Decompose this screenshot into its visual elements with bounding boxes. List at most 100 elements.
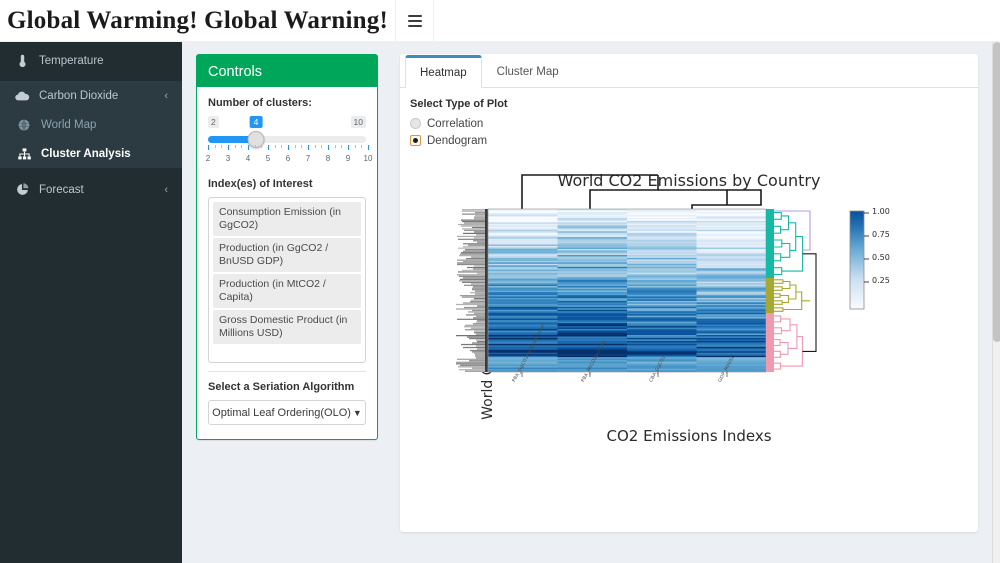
row-label-mark bbox=[477, 341, 485, 343]
row-label-mark bbox=[466, 258, 485, 260]
sidebar-item-forecast[interactable]: Forecast ‹ bbox=[0, 175, 182, 204]
dendrogram-link bbox=[774, 362, 782, 370]
row-label-mark bbox=[465, 324, 485, 326]
row-label-mark bbox=[472, 289, 485, 291]
list-item[interactable]: Consumption Emission (in GgCO2) bbox=[213, 202, 361, 236]
radio-button-icon[interactable] bbox=[410, 118, 421, 129]
row-label-mark bbox=[458, 223, 485, 226]
row-label-mark bbox=[471, 299, 485, 301]
row-label-mark bbox=[470, 292, 485, 294]
tab-cluster-map[interactable]: Cluster Map bbox=[482, 55, 574, 88]
row-label-mark bbox=[474, 216, 485, 218]
dendrogram-link bbox=[774, 211, 782, 220]
sidebar-item-carbon-dioxide[interactable]: Carbon Dioxide ‹ bbox=[0, 81, 182, 110]
chevron-left-icon: ‹ bbox=[164, 183, 168, 196]
row-label-mark bbox=[462, 296, 485, 298]
scrollbar-thumb[interactable] bbox=[993, 42, 1000, 342]
row-label-mark bbox=[474, 218, 485, 220]
dendrogram-link bbox=[788, 324, 798, 349]
row-label-mark bbox=[461, 225, 485, 227]
dendrogram-link bbox=[774, 300, 783, 305]
row-label-mark bbox=[462, 213, 485, 215]
radio-label: Dendogram bbox=[427, 134, 488, 147]
row-label-mark bbox=[458, 247, 485, 249]
row-label-mark bbox=[462, 209, 485, 211]
sidebar-item-label: Temperature bbox=[39, 54, 104, 67]
column-dendrogram bbox=[521, 174, 762, 209]
row-label-mark bbox=[474, 330, 485, 332]
clusters-slider[interactable]: 2 10 4 2 3 4 5 6 7 8 9 10 bbox=[206, 116, 372, 174]
row-label-mark bbox=[472, 226, 485, 229]
row-label-mark bbox=[470, 301, 485, 303]
row-label-mark bbox=[460, 295, 485, 297]
sidebar-toggle-button[interactable] bbox=[396, 0, 434, 41]
application-root: Global Warming! Global Warning! Temperat… bbox=[0, 0, 1000, 563]
sidebar-item-cluster-analysis[interactable]: Cluster Analysis bbox=[0, 139, 182, 168]
dendrogram-link bbox=[780, 294, 789, 304]
row-label-mark bbox=[474, 352, 485, 355]
radio-button-selected-icon[interactable] bbox=[410, 135, 421, 146]
dendrogram-link bbox=[774, 286, 783, 291]
row-dendrogram bbox=[774, 210, 817, 370]
sidebar-item-world-map[interactable]: World Map bbox=[0, 110, 182, 139]
slider-tick-label: 5 bbox=[265, 154, 271, 163]
row-label-mark bbox=[458, 271, 485, 273]
row-label-mark bbox=[457, 262, 485, 264]
slider-tick-label: 4 bbox=[245, 154, 251, 163]
row-label-mark bbox=[477, 348, 485, 350]
row-label-mark bbox=[459, 275, 485, 278]
row-label-mark bbox=[473, 317, 485, 319]
row-label-mark bbox=[474, 231, 485, 233]
row-label-mark bbox=[474, 265, 485, 267]
page-title: Global Warming! Global Warning! bbox=[0, 0, 396, 41]
seriation-select[interactable]: Optimal Leaf Ordering(OLO) ▼ bbox=[208, 400, 366, 425]
sidebar-item-label: Forecast bbox=[39, 183, 84, 196]
header-spacer bbox=[434, 0, 1000, 41]
slider-ticks bbox=[208, 145, 369, 151]
sidebar-item-label: World Map bbox=[41, 118, 97, 131]
indexes-list[interactable]: Consumption Emission (in GgCO2) Producti… bbox=[208, 197, 366, 363]
controls-panel: Controls Number of clusters: 2 10 4 2 3 4 5… bbox=[196, 54, 378, 440]
globe-icon bbox=[14, 119, 34, 131]
row-label-mark bbox=[476, 234, 485, 236]
dendrogram-link bbox=[774, 210, 811, 251]
slider-tick-label: 6 bbox=[285, 154, 291, 163]
row-label-mark bbox=[475, 354, 485, 356]
row-label-mark bbox=[467, 266, 485, 269]
radio-correlation[interactable]: Correlation bbox=[410, 115, 978, 132]
thermometer-icon bbox=[12, 54, 32, 68]
list-item[interactable]: Production (in MtCO2 / Capita) bbox=[213, 274, 361, 308]
dendrogram-link bbox=[782, 291, 803, 311]
list-item[interactable]: Production (in GgCO2 / BnUSD GDP) bbox=[213, 238, 361, 272]
radio-dendogram[interactable]: Dendogram bbox=[410, 132, 978, 149]
row-label-mark bbox=[469, 338, 485, 340]
row-label-mark bbox=[465, 370, 485, 372]
row-label-mark bbox=[463, 346, 485, 349]
row-label-mark bbox=[475, 355, 485, 358]
slider-tick-label: 7 bbox=[305, 154, 311, 163]
list-item[interactable]: Gross Domestic Product (in Millions USD) bbox=[213, 310, 361, 344]
colorbar bbox=[849, 210, 869, 310]
row-label-mark bbox=[475, 212, 485, 214]
row-label-mark bbox=[457, 358, 485, 360]
row-label-mark bbox=[456, 308, 485, 310]
tab-heatmap[interactable]: Heatmap bbox=[405, 55, 482, 88]
controls-panel-title: Controls bbox=[197, 57, 377, 87]
row-label-mark bbox=[462, 228, 485, 230]
row-label-mark bbox=[456, 335, 485, 337]
row-label-mark bbox=[462, 281, 485, 283]
dendrogram-link bbox=[774, 239, 783, 248]
row-label-mark bbox=[469, 360, 485, 362]
row-label-mark bbox=[472, 309, 485, 312]
row-cluster-bands bbox=[766, 209, 774, 372]
colorbar-tick-label: 0.50 bbox=[872, 253, 890, 262]
sidebar-item-temperature[interactable]: Temperature bbox=[0, 46, 182, 75]
slider-track[interactable] bbox=[208, 136, 366, 143]
row-label-mark bbox=[463, 302, 485, 304]
row-label-mark bbox=[471, 256, 485, 258]
row-label-mark bbox=[472, 342, 485, 344]
row-label-mark bbox=[477, 272, 485, 275]
page-scrollbar[interactable] bbox=[992, 42, 1000, 563]
plot-type-group: Select Type of Plot Correlation Dendogra… bbox=[400, 88, 978, 149]
slider-max-label: 10 bbox=[350, 116, 366, 128]
